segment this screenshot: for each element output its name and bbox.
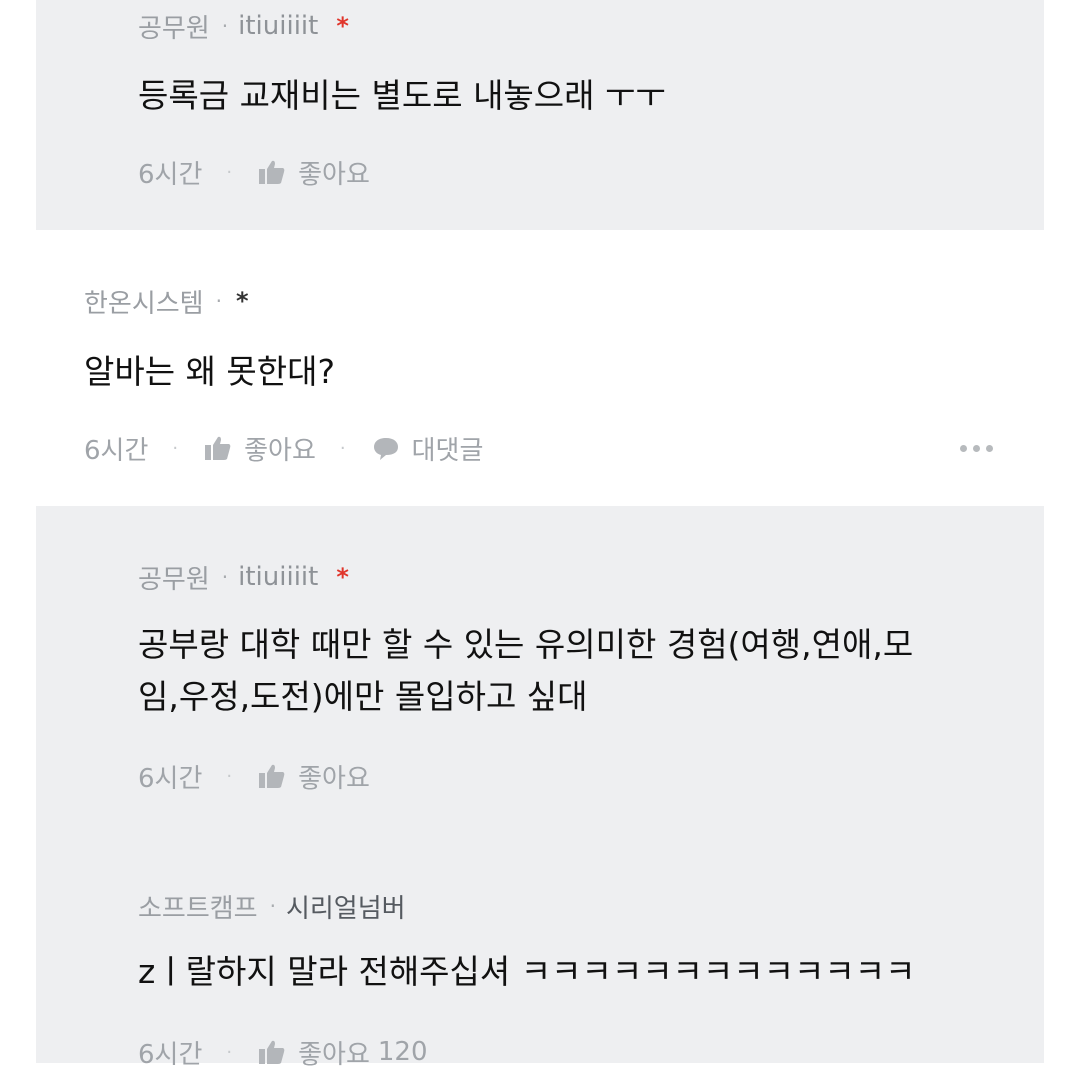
comment-meta: 공무원 · itiuiiiit * <box>138 6 349 46</box>
thumbs-up-icon <box>259 764 285 788</box>
comment-text-line: 임,우정,도전)에만 몰입하고 싶대 <box>138 677 588 716</box>
action-separator: · <box>226 1041 233 1063</box>
action-separator: · <box>226 161 233 183</box>
comment-actions: 6시간 · 좋아요 120 <box>138 1032 428 1072</box>
like-label: 좋아요 <box>298 159 370 190</box>
like-button[interactable]: 좋아요 120 <box>258 1034 428 1071</box>
action-separator: · <box>226 765 233 787</box>
author-star: * <box>336 563 349 591</box>
comment-actions: 6시간 · 좋아요 <box>138 756 370 796</box>
action-separator: · <box>172 437 179 459</box>
author-handle[interactable]: 시리얼넘버 <box>286 888 406 925</box>
comment-time: 6시간 <box>84 435 149 466</box>
comment-actions: 6시간 · 좋아요 · 대댓글 <box>84 428 483 468</box>
reply-button[interactable]: 대댓글 <box>372 430 484 467</box>
speech-bubble-icon <box>373 438 398 460</box>
comment-text-line: 알바는 왜 못한대? <box>84 352 336 391</box>
comment-text-line: zㅣ랄하지 말라 전해주십셔 ㅋㅋㅋㅋㅋㅋㅋㅋㅋㅋㅋㅋㅋ <box>138 952 916 991</box>
author-company[interactable]: 공무원 <box>138 8 210 45</box>
comment-text: 공부랑 대학 때만 할 수 있는 유의미한 경험(여행,연애,모 임,우정,도전… <box>138 619 913 723</box>
comment-text-line: 공부랑 대학 때만 할 수 있는 유의미한 경험(여행,연애,모 <box>138 625 914 664</box>
like-label: 좋아요 <box>244 435 316 466</box>
meta-separator: · <box>221 14 229 38</box>
more-dot <box>985 444 993 452</box>
meta-separator: · <box>221 565 229 589</box>
comment-meta: 한온시스템 · * <box>84 281 249 321</box>
comment-block-2: 한온시스템 · * 알바는 왜 못한대? 6시간 · 좋아요 · 대댓글 <box>84 230 996 506</box>
comment-text: 등록금 교재비는 별도로 내놓으래 ㅜㅜ <box>138 70 666 122</box>
action-separator: · <box>339 437 346 459</box>
meta-separator: · <box>215 289 222 313</box>
comment-text: zㅣ랄하지 말라 전해주십셔 ㅋㅋㅋㅋㅋㅋㅋㅋㅋㅋㅋㅋㅋ <box>138 946 915 998</box>
comment-actions: 6시간 · 좋아요 <box>138 152 370 192</box>
more-dot <box>972 444 980 452</box>
thumbs-up-icon <box>259 160 285 184</box>
author-handle[interactable]: itiuiiiit <box>238 562 318 592</box>
reply-block-3: 공무원 · itiuiiiit * 공부랑 대학 때만 할 수 있는 유의미한 … <box>36 506 1044 1070</box>
like-button[interactable]: 좋아요 <box>258 758 370 795</box>
author-company[interactable]: 공무원 <box>138 559 210 596</box>
comment-time: 6시간 <box>138 1039 203 1070</box>
like-label: 좋아요 <box>298 1039 370 1070</box>
comment-time: 6시간 <box>138 763 203 794</box>
author-handle[interactable]: itiuiiiit <box>238 11 318 41</box>
like-label: 좋아요 <box>298 763 370 794</box>
like-button[interactable]: 좋아요 <box>258 154 370 191</box>
comment-text: 알바는 왜 못한대? <box>84 346 335 398</box>
comment-time: 6시간 <box>138 159 203 190</box>
thumbs-up-icon <box>259 1040 285 1064</box>
author-company[interactable]: 소프트캠프 <box>138 888 258 925</box>
like-button[interactable]: 좋아요 <box>204 430 316 467</box>
reply-label: 대댓글 <box>411 435 484 466</box>
author-star: * <box>336 12 349 40</box>
author-company[interactable]: 한온시스템 <box>84 283 204 320</box>
comment-text-line: 등록금 교재비는 별도로 내놓으래 ㅜㅜ <box>138 76 666 115</box>
author-star: * <box>235 287 249 315</box>
comment-meta: 공무원 · itiuiiiit * <box>138 557 349 597</box>
meta-separator: · <box>269 894 276 918</box>
reply-block-1: 공무원 · itiuiiiit * 등록금 교재비는 별도로 내놓으래 ㅜㅜ 6… <box>36 0 1044 230</box>
thumbs-up-icon <box>205 436 231 460</box>
more-options-button[interactable] <box>956 428 996 468</box>
comment-meta: 소프트캠프 · 시리얼넘버 <box>138 886 406 926</box>
more-dot <box>959 444 967 452</box>
